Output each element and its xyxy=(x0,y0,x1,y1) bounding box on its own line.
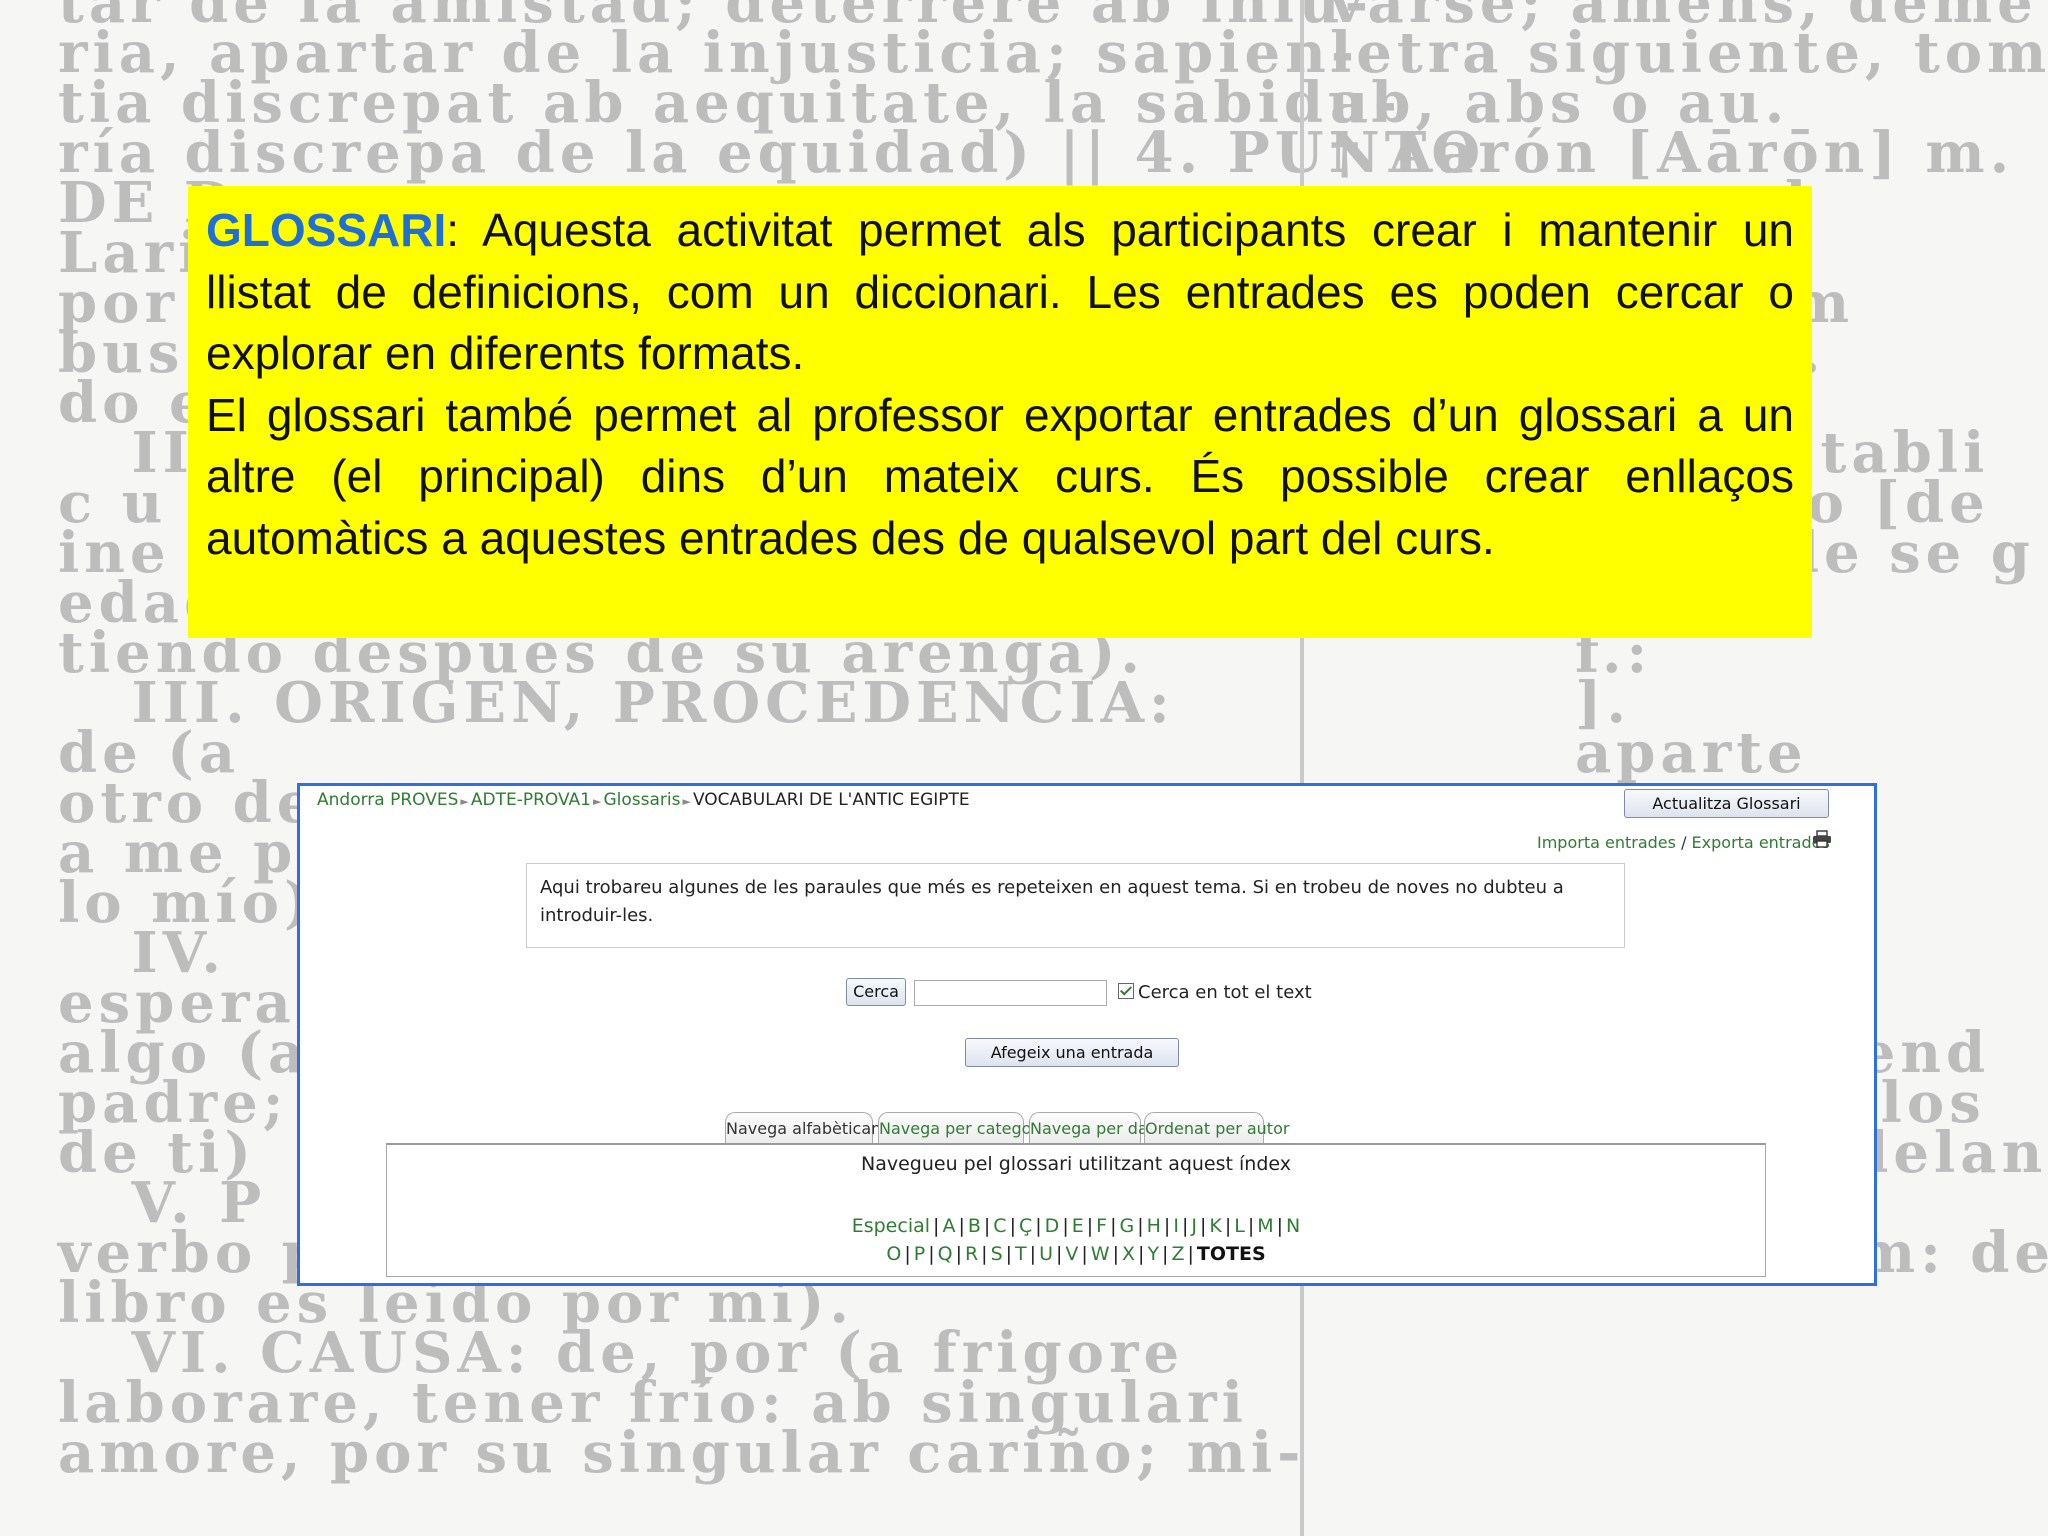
letter-separator: | xyxy=(928,1243,935,1265)
search-input[interactable] xyxy=(914,980,1107,1006)
letter-link[interactable]: Ç xyxy=(1019,1215,1032,1237)
letter-separator: | xyxy=(1035,1215,1042,1237)
breadcrumb-glossaries[interactable]: Glossaris xyxy=(603,790,680,810)
fulltext-search-option[interactable]: Cerca en tot el text xyxy=(1118,982,1312,1003)
letter-separator: | xyxy=(1086,1215,1094,1237)
export-entries-link[interactable]: Exporta entrades xyxy=(1692,833,1830,852)
letter-separator: | xyxy=(955,1243,962,1265)
letter-link[interactable]: R xyxy=(965,1243,978,1265)
letter-separator: | xyxy=(1081,1243,1088,1265)
letter-separator: | xyxy=(1199,1215,1207,1237)
all-letters-link[interactable]: TOTES xyxy=(1197,1243,1266,1265)
letter-link[interactable]: G xyxy=(1119,1215,1134,1237)
left-line: ría discrepa de la equidad) || 4. PUNTO xyxy=(58,120,1486,186)
update-glossary-button[interactable]: Actualitza Glossari xyxy=(1624,789,1829,818)
callout-paragraph-2: El glossari també permet al professor ex… xyxy=(206,388,1794,564)
letter-separator: | xyxy=(1062,1215,1069,1237)
letter-separator: | xyxy=(1138,1243,1145,1265)
letter-link[interactable]: F xyxy=(1096,1215,1107,1237)
letter-link[interactable]: U xyxy=(1039,1243,1053,1265)
letter-link[interactable]: S xyxy=(991,1243,1003,1265)
letter-link[interactable]: K xyxy=(1209,1215,1221,1237)
letter-link[interactable]: X xyxy=(1122,1243,1135,1265)
letter-link[interactable]: V xyxy=(1065,1243,1078,1265)
tab-browse-date[interactable]: Navega per data xyxy=(1029,1112,1164,1144)
breadcrumb-current-page: VOCABULARI DE L'ANTIC EGIPTE xyxy=(692,790,970,810)
letter-link[interactable]: Z xyxy=(1171,1243,1184,1265)
tab-sort-author[interactable]: Ordenat per autor xyxy=(1144,1112,1289,1144)
alphabet-index-panel: Navegueu pel glossari utilitzant aquest … xyxy=(386,1143,1766,1277)
letter-index-row-2: O | P | Q | R | S | T | U | V | W | X | Y | Z | TOTES xyxy=(387,1243,1765,1265)
left-line: amore, por su singular cariño; mi- xyxy=(58,1420,1306,1486)
moodle-glossary-screenshot: Andorra PROVES ► ADTE-PROVA1 ► Glossaris ► VOC… xyxy=(297,783,1877,1286)
letter-link[interactable]: H xyxy=(1147,1215,1161,1237)
link-separator: / xyxy=(1681,833,1687,852)
breadcrumb-arrow-icon: ► xyxy=(593,795,602,808)
add-entry-button[interactable]: Afegeix una entrada xyxy=(965,1038,1179,1067)
letter-link[interactable]: P xyxy=(914,1243,925,1265)
breadcrumb-arrow-icon: ► xyxy=(682,795,691,808)
letter-link[interactable]: L xyxy=(1234,1215,1245,1237)
letter-separator: | xyxy=(1055,1243,1063,1265)
letter-link[interactable]: N xyxy=(1286,1215,1300,1237)
import-entries-link[interactable]: Importa entrades xyxy=(1537,833,1676,852)
letter-separator: | xyxy=(1181,1215,1189,1237)
breadcrumb-course[interactable]: ADTE-PROVA1 xyxy=(471,790,591,810)
letter-separator: | xyxy=(1276,1215,1284,1237)
letter-separator: | xyxy=(1187,1243,1194,1265)
letter-link[interactable]: M xyxy=(1257,1215,1273,1237)
letter-separator: | xyxy=(1110,1215,1117,1237)
letter-separator: | xyxy=(1224,1215,1232,1237)
letter-link[interactable]: I xyxy=(1173,1215,1179,1237)
index-panel-title: Navegueu pel glossari utilitzant aquest … xyxy=(861,1153,1291,1175)
letter-link[interactable]: Especial xyxy=(852,1215,930,1237)
breadcrumb-course-category[interactable]: Andorra PROVES xyxy=(317,790,458,810)
letter-separator: | xyxy=(933,1215,940,1237)
fulltext-label: Cerca en tot el text xyxy=(1138,982,1312,1003)
callout-keyword: GLOSSARI xyxy=(206,204,447,256)
glossary-description-callout: GLOSSARI: Aquesta activitat permet als p… xyxy=(188,186,1812,638)
letter-link[interactable]: T xyxy=(1015,1243,1027,1265)
letter-separator: | xyxy=(1009,1215,1016,1237)
letter-separator: | xyxy=(981,1243,988,1265)
tab-browse-categories[interactable]: Navega per categories xyxy=(878,1112,1061,1144)
letter-separator: | xyxy=(1005,1243,1013,1265)
search-button[interactable]: Cerca xyxy=(846,978,906,1006)
letter-link[interactable]: Y xyxy=(1147,1243,1159,1265)
letter-index-row-1: Especial | A | B | C | Ç | D | E | F | G | H | I | J | K | L | M | N xyxy=(387,1215,1765,1237)
letter-separator: | xyxy=(1163,1215,1171,1237)
callout-paragraph-1: GLOSSARI: Aquesta activitat permet als p… xyxy=(206,200,1794,385)
letter-separator: | xyxy=(1162,1243,1169,1265)
fulltext-checkbox[interactable] xyxy=(1118,983,1134,999)
letter-separator: | xyxy=(983,1215,991,1237)
letter-link[interactable]: C xyxy=(993,1215,1006,1237)
letter-separator: | xyxy=(958,1215,965,1237)
letter-separator: | xyxy=(1137,1215,1144,1237)
letter-link[interactable]: B xyxy=(968,1215,981,1237)
letter-link[interactable]: E xyxy=(1072,1215,1084,1237)
letter-link[interactable]: J xyxy=(1191,1215,1197,1237)
breadcrumb-arrow-icon: ► xyxy=(460,795,469,808)
glossary-intro-box: Aqui trobareu algunes de les paraules qu… xyxy=(526,863,1625,948)
letter-link[interactable]: Q xyxy=(938,1243,953,1265)
letter-separator: | xyxy=(904,1243,911,1265)
letter-separator: | xyxy=(1029,1243,1037,1265)
letter-separator: | xyxy=(1112,1243,1119,1265)
breadcrumb: Andorra PROVES ► ADTE-PROVA1 ► Glossaris ► VOC… xyxy=(317,790,970,810)
printer-icon[interactable] xyxy=(1812,830,1832,848)
import-export-links: Importa entrades / Exporta entrades xyxy=(1537,833,1830,852)
letter-separator: | xyxy=(1247,1215,1255,1237)
letter-link[interactable]: D xyxy=(1045,1215,1060,1237)
letter-link[interactable]: A xyxy=(942,1215,955,1237)
letter-link[interactable]: W xyxy=(1091,1243,1110,1265)
tab-browse-alphabetically[interactable]: Navega alfabèticament xyxy=(725,1112,913,1144)
letter-link[interactable]: O xyxy=(886,1243,901,1265)
